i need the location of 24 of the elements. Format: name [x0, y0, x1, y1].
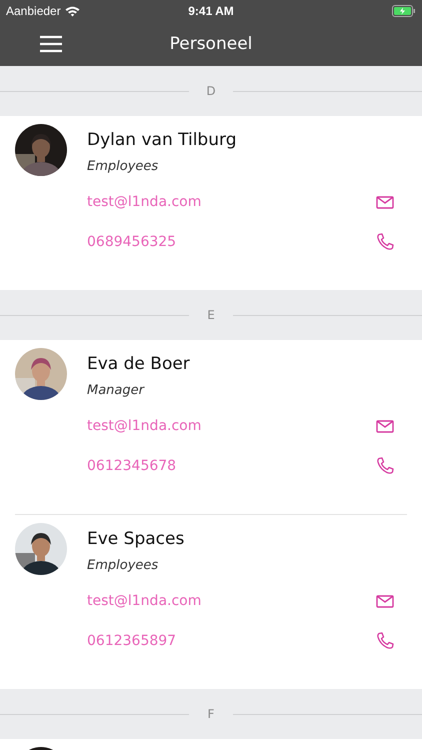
phone-icon[interactable]: [375, 456, 395, 476]
battery-icon: [392, 5, 416, 17]
menu-button[interactable]: [40, 34, 62, 54]
wifi-icon: [64, 6, 80, 16]
carrier-label: Aanbieder: [6, 4, 61, 18]
contact-role: Employees: [87, 558, 160, 573]
phone-icon[interactable]: [375, 232, 395, 252]
contact-name: Dylan van Tilburg: [87, 130, 238, 150]
contact-name: Eva de Boer: [87, 354, 191, 374]
email-link[interactable]: test@l1nda.com: [87, 593, 202, 609]
phone-link[interactable]: 0689456325: [87, 234, 176, 250]
contact-role: Manager: [87, 383, 146, 398]
contact-name: Eve Spaces: [87, 529, 186, 549]
screen-title: Personeel: [170, 34, 252, 54]
contact-role: Employees: [87, 159, 160, 174]
phone-icon[interactable]: [375, 631, 395, 651]
section-letter: D: [205, 84, 217, 98]
phone-link[interactable]: 0612345678: [87, 458, 176, 474]
clock-time: 9:41 AM: [188, 4, 234, 18]
email-link[interactable]: test@l1nda.com: [87, 194, 202, 210]
section-letter: F: [206, 707, 216, 721]
phone-link[interactable]: 0612365897: [87, 633, 176, 649]
section-letter: E: [206, 308, 216, 322]
email-link[interactable]: test@l1nda.com: [87, 418, 202, 434]
